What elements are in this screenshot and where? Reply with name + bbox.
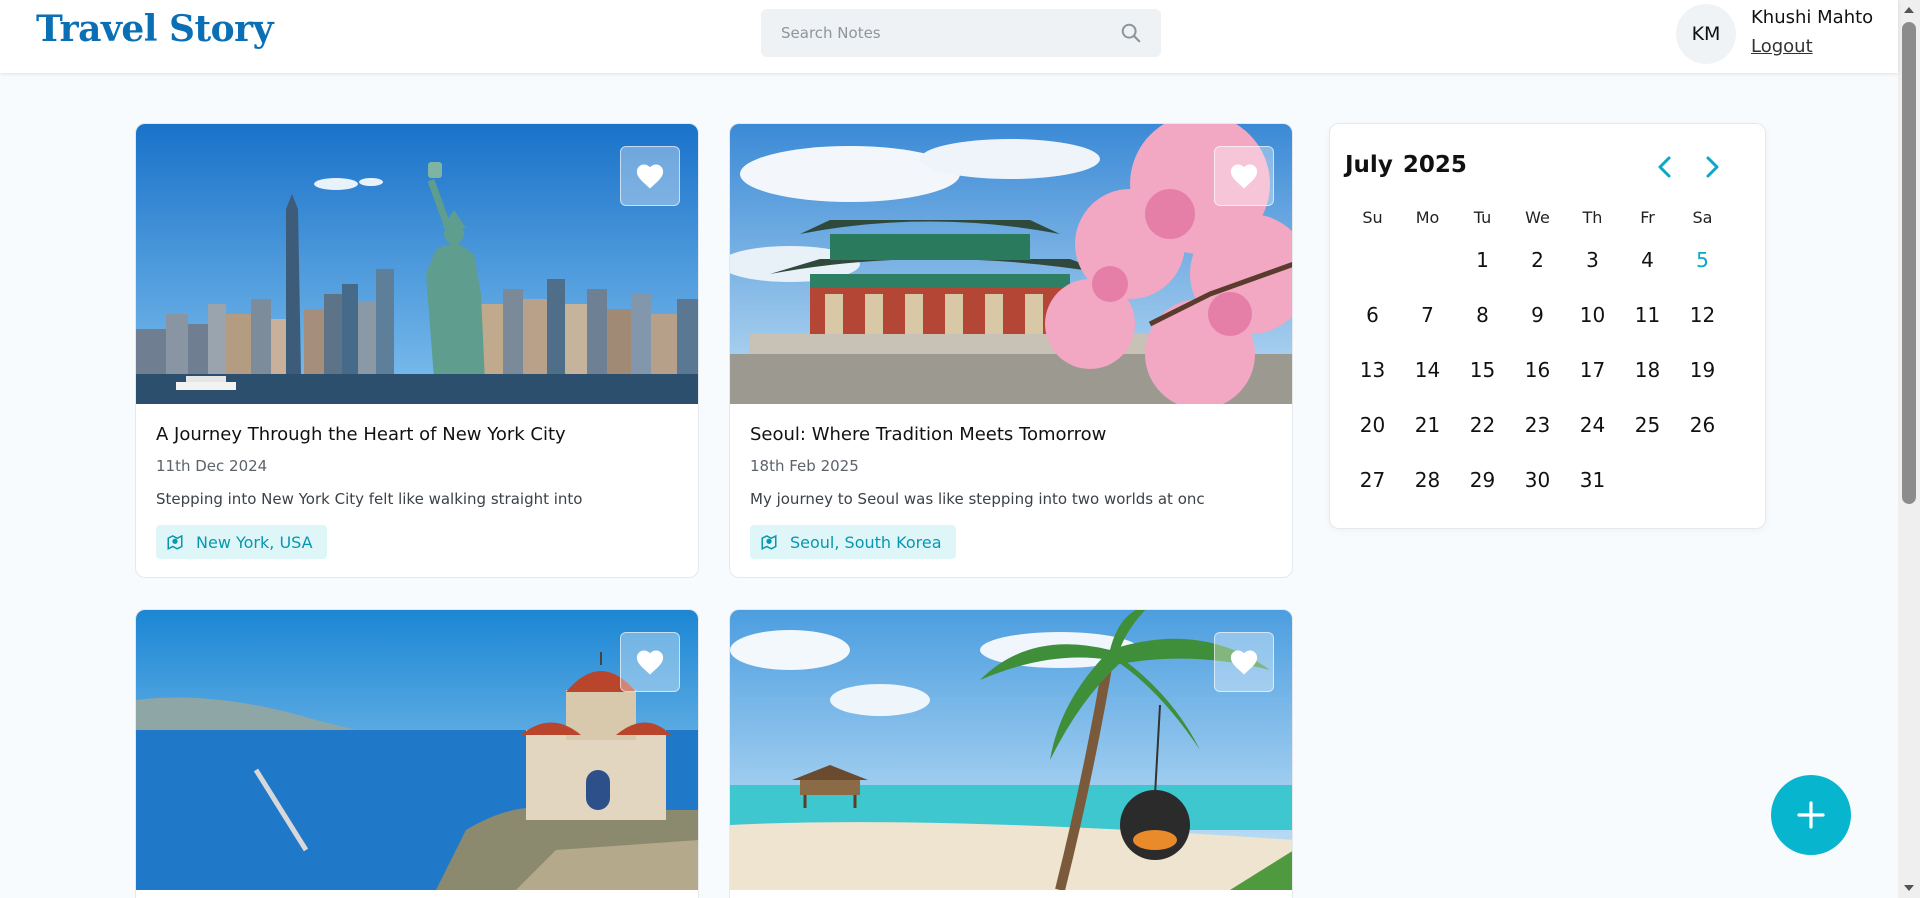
calendar-day[interactable]: 7 [1400, 303, 1455, 327]
story-date: 18th Feb 2025 [750, 457, 859, 475]
calendar-day[interactable]: 10 [1565, 303, 1620, 327]
chevron-left-icon[interactable] [1653, 154, 1677, 180]
story-image [136, 124, 698, 404]
calendar-day[interactable]: 4 [1620, 248, 1675, 272]
weekday-label: Su [1362, 207, 1383, 227]
favorite-button[interactable] [1214, 146, 1274, 206]
search-bar [761, 9, 1161, 57]
weekday-label: Th [1582, 207, 1603, 227]
plus-icon [1797, 801, 1825, 829]
calendar-day[interactable]: 2 [1510, 248, 1565, 272]
scroll-down-arrow-icon[interactable] [1898, 878, 1920, 898]
calendar-day[interactable]: 8 [1455, 303, 1510, 327]
weekday-label: Sa [1692, 207, 1713, 227]
story-image [730, 610, 1292, 890]
heart-icon [1230, 650, 1258, 675]
avatar-initials: KM [1691, 23, 1721, 45]
calendar-day[interactable]: 17 [1565, 358, 1620, 382]
scrollbar[interactable] [1898, 0, 1920, 898]
calendar-day[interactable]: 28 [1400, 468, 1455, 492]
calendar-week: 20 21 22 23 24 25 26 [1345, 397, 1730, 452]
calendar-day[interactable]: 30 [1510, 468, 1565, 492]
calendar-month: July [1345, 152, 1393, 178]
calendar-weeks: 1 2 3 4 5 6 7 8 9 10 11 12 13 14 15 16 17 18 19 20 21 22 23 24 2… [1345, 232, 1730, 507]
app-logo[interactable]: Travel Story [36, 8, 274, 50]
calendar-day[interactable]: 15 [1455, 358, 1510, 382]
avatar[interactable]: KM [1676, 4, 1736, 64]
calendar-day[interactable]: 29 [1455, 468, 1510, 492]
calendar-day[interactable]: 5 [1675, 248, 1730, 272]
calendar-grid: Su Mo Tu We Th Fr Sa 1 2 3 4 5 6 7 8 9 10 11 12 13 14… [1345, 202, 1730, 507]
story-title: Seoul: Where Tradition Meets Tomorrow [750, 424, 1107, 445]
calendar-day[interactable]: 18 [1620, 358, 1675, 382]
calendar-day[interactable]: 26 [1675, 413, 1730, 437]
calendar-day[interactable]: 31 [1565, 468, 1620, 492]
story-image [730, 124, 1292, 404]
logout-link[interactable]: Logout [1751, 36, 1813, 57]
calendar-day[interactable]: 3 [1565, 248, 1620, 272]
calendar-day[interactable]: 14 [1400, 358, 1455, 382]
scroll-thumb[interactable] [1902, 22, 1916, 504]
calendar-title: July 2025 [1345, 152, 1477, 178]
search-input[interactable] [761, 9, 1101, 57]
weekday-header: Su Mo Tu We Th Fr Sa [1345, 202, 1730, 232]
location-chip: Seoul, South Korea [750, 525, 956, 559]
calendar-day[interactable]: 6 [1345, 303, 1400, 327]
story-excerpt: My journey to Seoul was like stepping in… [750, 490, 1205, 508]
location-label: New York, USA [196, 532, 313, 552]
calendar-day[interactable]: 19 [1675, 358, 1730, 382]
favorite-button[interactable] [620, 146, 680, 206]
calendar-day[interactable]: 1 [1455, 248, 1510, 272]
calendar-week: 13 14 15 16 17 18 19 [1345, 342, 1730, 397]
story-date: 11th Dec 2024 [156, 457, 268, 475]
location-label: Seoul, South Korea [790, 532, 942, 552]
user-name: Khushi Mahto [1751, 7, 1874, 28]
weekday-label: Tu [1473, 207, 1492, 227]
calendar-day[interactable]: 16 [1510, 358, 1565, 382]
calendar-day[interactable]: 22 [1455, 413, 1510, 437]
story-image [136, 610, 698, 890]
calendar-day[interactable]: 13 [1345, 358, 1400, 382]
calendar-day[interactable]: 11 [1620, 303, 1675, 327]
heart-icon [636, 164, 664, 189]
calendar-day[interactable]: 27 [1345, 468, 1400, 492]
scroll-up-arrow-icon[interactable] [1898, 0, 1920, 20]
calendar-day[interactable]: 12 [1675, 303, 1730, 327]
heart-icon [636, 650, 664, 675]
calendar-day[interactable]: 25 [1620, 413, 1675, 437]
story-excerpt: Stepping into New York City felt like wa… [156, 490, 583, 508]
story-card[interactable] [729, 609, 1293, 898]
weekday-label: Mo [1415, 207, 1440, 227]
calendar-day[interactable]: 20 [1345, 413, 1400, 437]
navbar: Travel Story KM Khushi Mahto Logout [0, 0, 1898, 73]
favorite-button[interactable] [620, 632, 680, 692]
calendar-week: 27 28 29 30 31 [1345, 452, 1730, 507]
story-card[interactable]: Seoul: Where Tradition Meets Tomorrow 18… [729, 123, 1293, 578]
calendar-day[interactable]: 21 [1400, 413, 1455, 437]
calendar-week: 6 7 8 9 10 11 12 [1345, 287, 1730, 342]
story-card[interactable]: A Journey Through the Heart of New York … [135, 123, 699, 578]
story-title: A Journey Through the Heart of New York … [156, 424, 566, 445]
weekday-label: Fr [1640, 207, 1655, 227]
heart-icon [1230, 164, 1258, 189]
search-icon[interactable] [1120, 22, 1142, 44]
map-pin-icon [167, 534, 183, 550]
weekday-label: We [1525, 207, 1550, 227]
location-chip: New York, USA [156, 525, 327, 559]
calendar: July 2025 Su Mo Tu We Th Fr Sa 1234567891… [1329, 123, 1766, 529]
calendar-week: 12345 [1345, 232, 1730, 287]
calendar-day[interactable]: 23 [1510, 413, 1565, 437]
calendar-day[interactable]: 9 [1510, 303, 1565, 327]
favorite-button[interactable] [1214, 632, 1274, 692]
add-story-button[interactable] [1771, 775, 1851, 855]
chevron-right-icon[interactable] [1700, 154, 1724, 180]
calendar-day[interactable]: 24 [1565, 413, 1620, 437]
map-pin-icon [761, 534, 777, 550]
story-card[interactable] [135, 609, 699, 898]
calendar-year: 2025 [1402, 152, 1467, 178]
